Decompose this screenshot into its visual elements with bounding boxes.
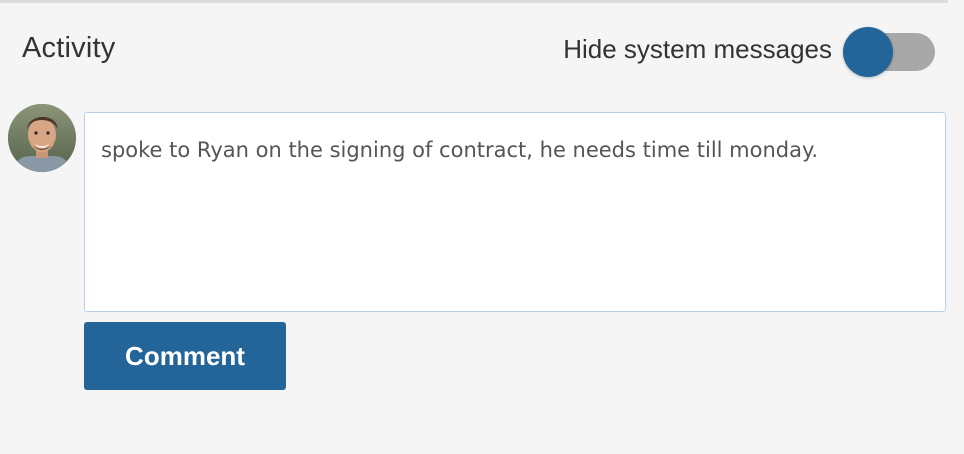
hide-system-messages-label[interactable]: Hide system messages [563,34,832,65]
avatar-portrait-icon [8,104,76,172]
user-avatar [8,104,76,172]
comment-input[interactable]: spoke to Ryan on the signing of contract… [84,112,946,312]
hide-system-messages-toggle[interactable] [843,27,935,78]
top-divider [0,0,948,3]
comment-button[interactable]: Comment [84,322,286,390]
toggle-knob[interactable] [843,27,893,77]
activity-title: Activity [22,32,116,64]
